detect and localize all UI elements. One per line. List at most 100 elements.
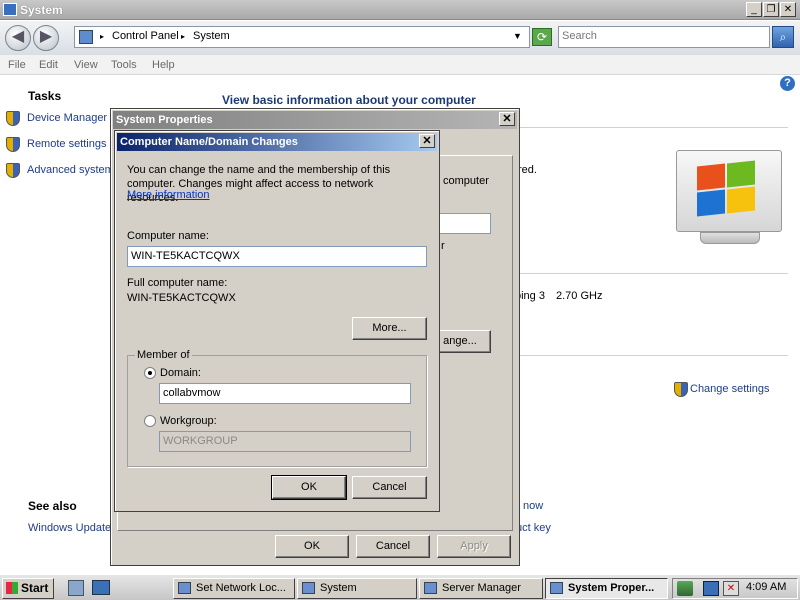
system-app-icon bbox=[3, 3, 17, 16]
full-name-label: Full computer name: bbox=[127, 277, 228, 289]
background-text-fragment: red. bbox=[518, 164, 537, 176]
system-icon bbox=[302, 582, 315, 594]
monitor-stand bbox=[700, 232, 760, 244]
close-icon[interactable]: ✕ bbox=[499, 112, 515, 126]
computer-description-field[interactable] bbox=[431, 213, 491, 234]
refresh-icon[interactable]: ⟳ bbox=[532, 28, 552, 46]
minimize-icon[interactable]: _ bbox=[746, 2, 762, 17]
background-text-fragment: computer bbox=[443, 175, 489, 187]
background-link-fragment[interactable]: uct key bbox=[516, 522, 551, 534]
breadcrumb-control-panel[interactable]: Control Panel bbox=[112, 30, 179, 42]
computer-name-input[interactable]: WIN-TE5KACTCQWX bbox=[127, 246, 427, 267]
windows-update-link[interactable]: Windows Update bbox=[28, 522, 111, 534]
close-icon[interactable]: ✕ bbox=[419, 134, 435, 148]
background-text-fragment: r bbox=[441, 240, 445, 252]
workgroup-input: WORKGROUP bbox=[159, 431, 411, 452]
show-desktop-icon[interactable] bbox=[92, 580, 110, 595]
cancel-button[interactable]: Cancel bbox=[356, 535, 430, 558]
member-of-label: Member of bbox=[135, 349, 192, 361]
chevron-right-icon[interactable]: ▸ bbox=[181, 32, 185, 41]
menu-tools[interactable]: Tools bbox=[111, 59, 137, 71]
taskbar-button-system-properties[interactable]: System Proper... bbox=[545, 578, 668, 599]
logo-quadrant bbox=[697, 163, 725, 191]
computer-name-dialog: Computer Name/Domain Changes ✕ You can c… bbox=[114, 130, 440, 512]
start-label: Start bbox=[21, 581, 49, 595]
address-toolbar: ◀ ▶ ▸ Control Panel ▸ System ▼ ⟳ Search … bbox=[0, 21, 800, 55]
taskbar-button-system[interactable]: System bbox=[297, 578, 417, 599]
see-also-heading: See also bbox=[28, 499, 77, 513]
logo-quadrant bbox=[697, 189, 725, 217]
restore-icon[interactable]: ❐ bbox=[763, 2, 779, 17]
taskbar-button-label: Set Network Loc... bbox=[196, 582, 286, 594]
server-manager-quicklaunch-icon[interactable] bbox=[68, 580, 84, 596]
start-button[interactable]: Start bbox=[2, 578, 54, 599]
ok-button[interactable]: OK bbox=[271, 475, 347, 500]
menu-bar: File Edit View Tools Help bbox=[0, 55, 800, 75]
tasks-heading: Tasks bbox=[28, 89, 62, 103]
chevron-down-icon[interactable]: ▼ bbox=[513, 31, 522, 41]
search-input[interactable]: Search bbox=[558, 26, 770, 48]
close-icon[interactable]: ✕ bbox=[780, 2, 796, 17]
menu-view[interactable]: View bbox=[74, 59, 98, 71]
section-divider bbox=[520, 273, 788, 274]
window-title: System bbox=[20, 3, 63, 17]
start-icon bbox=[6, 582, 18, 594]
forward-icon[interactable]: ▶ bbox=[33, 25, 59, 51]
processor-speed: 2.70 GHz bbox=[556, 290, 603, 302]
address-bar[interactable]: ▸ Control Panel ▸ System ▼ bbox=[74, 26, 530, 48]
clock[interactable]: 4:09 AM bbox=[746, 581, 786, 593]
section-divider bbox=[520, 355, 788, 356]
taskbar-button-label: System bbox=[320, 582, 357, 594]
uac-shield-icon bbox=[6, 137, 20, 152]
ok-button[interactable]: OK bbox=[275, 535, 349, 558]
cancel-button[interactable]: Cancel bbox=[352, 476, 427, 499]
network-status-icon[interactable] bbox=[703, 581, 719, 596]
dialog-titlebar[interactable]: Computer Name/Domain Changes bbox=[117, 133, 437, 151]
more-button[interactable]: More... bbox=[352, 317, 427, 340]
dialog-titlebar[interactable]: System Properties bbox=[113, 111, 517, 129]
domain-radio[interactable] bbox=[144, 367, 156, 379]
uac-shield-icon bbox=[6, 111, 20, 126]
taskbar-button-server-manager[interactable]: Server Manager bbox=[419, 578, 543, 599]
security-icon[interactable] bbox=[677, 581, 693, 596]
apply-button: Apply bbox=[437, 535, 511, 558]
menu-edit[interactable]: Edit bbox=[39, 59, 58, 71]
more-information-link[interactable]: More information bbox=[127, 189, 210, 201]
workgroup-label[interactable]: Workgroup: bbox=[160, 415, 217, 427]
breadcrumb-system[interactable]: System bbox=[193, 30, 230, 42]
system-properties-icon bbox=[550, 582, 563, 594]
task-label[interactable]: Advanced system bbox=[27, 164, 114, 176]
taskbar-button-network-location[interactable]: Set Network Loc... bbox=[173, 578, 295, 599]
volume-muted-icon[interactable]: ✕ bbox=[723, 581, 739, 596]
menu-help[interactable]: Help bbox=[152, 59, 175, 71]
taskbar-button-label: System Proper... bbox=[568, 582, 655, 594]
dialog-title: Computer Name/Domain Changes bbox=[120, 136, 298, 148]
logo-quadrant bbox=[727, 160, 755, 188]
dialog-title: System Properties bbox=[116, 114, 213, 126]
change-settings-label[interactable]: Change settings bbox=[690, 383, 770, 395]
taskbar: Start Set Network Loc... System Server M… bbox=[0, 574, 800, 600]
task-label[interactable]: Remote settings bbox=[27, 138, 106, 150]
back-icon[interactable]: ◀ bbox=[5, 25, 31, 51]
domain-label[interactable]: Domain: bbox=[160, 367, 201, 379]
help-icon[interactable]: ? bbox=[780, 76, 795, 91]
uac-shield-icon bbox=[6, 163, 20, 178]
menu-file[interactable]: File bbox=[8, 59, 26, 71]
workgroup-radio[interactable] bbox=[144, 415, 156, 427]
chevron-right-icon[interactable]: ▸ bbox=[100, 32, 104, 41]
server-manager-icon bbox=[424, 582, 437, 594]
computer-name-label: Computer name: bbox=[127, 230, 209, 242]
uac-shield-icon bbox=[674, 382, 688, 397]
full-name-value: WIN-TE5KACTCQWX bbox=[127, 292, 236, 304]
windows-logo bbox=[676, 150, 782, 232]
domain-input[interactable]: collabvmow bbox=[159, 383, 411, 404]
search-icon[interactable]: ⌕ bbox=[772, 26, 794, 48]
logo-quadrant bbox=[727, 186, 755, 214]
task-label[interactable]: Device Manager bbox=[27, 112, 107, 124]
network-icon bbox=[178, 582, 191, 594]
window-titlebar[interactable]: System _ ❐ ✕ bbox=[0, 0, 800, 20]
control-panel-icon bbox=[79, 30, 93, 44]
taskbar-button-label: Server Manager bbox=[442, 582, 521, 594]
page-heading: View basic information about your comput… bbox=[222, 93, 476, 107]
background-link-fragment[interactable]: now bbox=[523, 500, 543, 512]
